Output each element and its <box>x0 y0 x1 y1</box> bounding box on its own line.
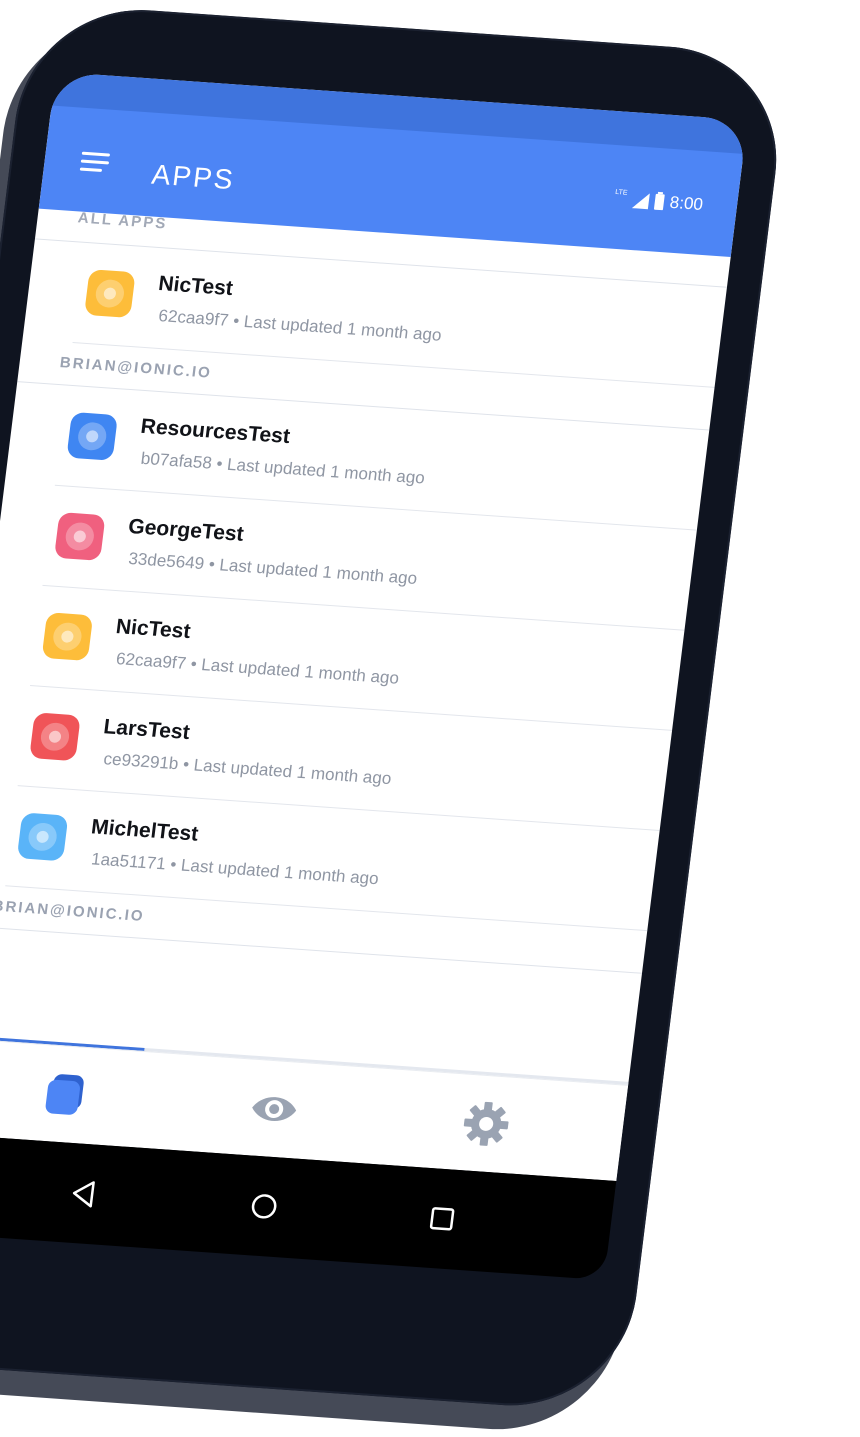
tab-apps[interactable] <box>37 1067 95 1122</box>
app-meta: 62caa9f7 • Last updated 1 month ago <box>157 306 443 345</box>
app-meta: 33de5649 • Last updated 1 month ago <box>127 548 419 588</box>
status-bar <box>51 71 748 154</box>
signal-icon <box>631 192 650 210</box>
apps-icon <box>45 1074 84 1115</box>
app-meta: 1aa51171 • Last updated 1 month ago <box>90 849 380 889</box>
app-icon <box>66 411 119 461</box>
menu-icon[interactable] <box>79 151 111 176</box>
app-meta: ce93291b • Last updated 1 month ago <box>102 749 393 789</box>
app-name: ResourcesTest <box>139 414 292 449</box>
app-name: LarsTest <box>102 715 192 745</box>
nav-recents-button[interactable] <box>424 1202 460 1236</box>
app-meta: 62caa9f7 • Last updated 1 month ago <box>114 649 401 688</box>
recents-square-icon <box>429 1207 455 1231</box>
home-circle-icon <box>251 1194 277 1219</box>
app-name: MichelTest <box>89 815 200 846</box>
tab-settings[interactable] <box>457 1096 515 1151</box>
app-icon <box>41 612 94 662</box>
nav-home-button[interactable] <box>246 1189 282 1223</box>
app-list[interactable]: ALL APPS NicTest 62caa9f7 • Last updated 1… <box>0 208 731 1086</box>
stage: APPS LTE 8:00 ALL APPS NicTest 62caa9f7 • … <box>0 0 860 1437</box>
gear-icon <box>463 1101 509 1146</box>
network-label: LTE <box>614 188 629 197</box>
app-icon <box>53 512 106 561</box>
phone-device: APPS LTE 8:00 ALL APPS NicTest 62caa9f7 • … <box>0 2 790 1414</box>
app-icon <box>29 712 81 762</box>
app-screen: APPS LTE 8:00 ALL APPS NicTest 62caa9f7 • … <box>0 71 748 1181</box>
battery-icon <box>653 193 665 211</box>
eye-icon <box>252 1097 297 1121</box>
app-icon <box>16 812 69 862</box>
page-title: APPS <box>150 158 237 196</box>
status-indicators: LTE 8:00 <box>613 188 705 215</box>
tab-eye[interactable] <box>245 1081 303 1136</box>
app-name: NicTest <box>157 272 235 301</box>
status-time: 8:00 <box>668 192 705 214</box>
app-icon <box>84 269 136 318</box>
app-name: GeorgeTest <box>127 514 246 546</box>
app-meta: b07afa58 • Last updated 1 month ago <box>139 448 426 488</box>
nav-back-button[interactable] <box>66 1177 102 1211</box>
app-name: NicTest <box>114 615 192 644</box>
back-triangle-icon <box>72 1181 95 1208</box>
